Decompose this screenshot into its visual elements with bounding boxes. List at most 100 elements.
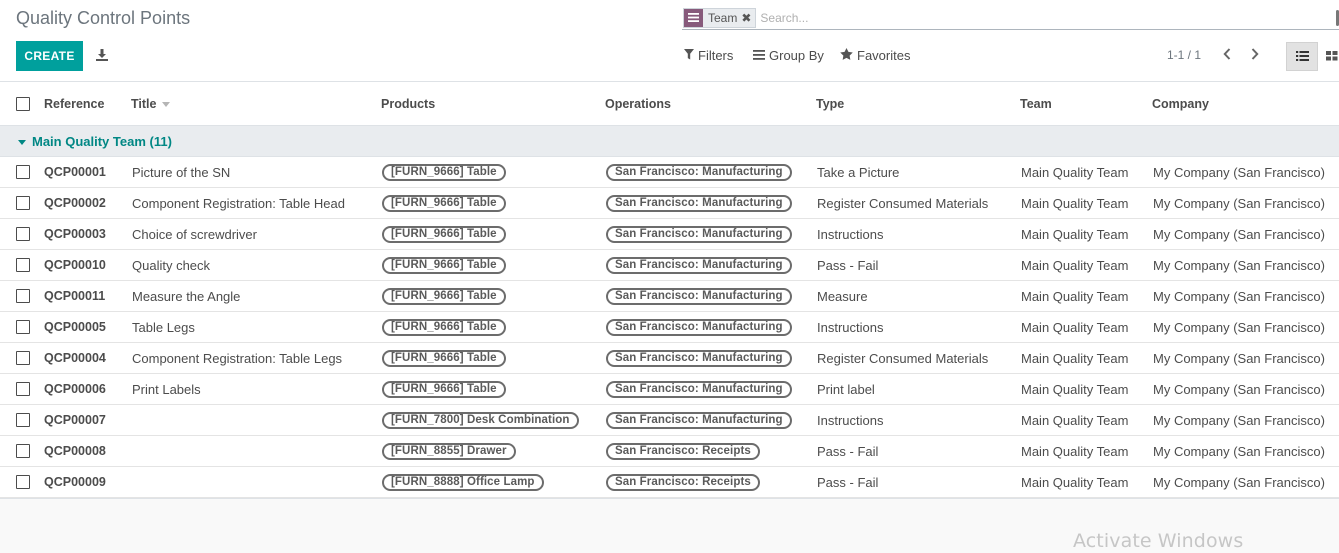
table-row[interactable]: QCP00009 [FURN_8888] Office Lamp San Franc…	[0, 467, 1339, 498]
table-row[interactable]: QCP00005 Table Legs [FURN_9666] Table San F…	[0, 312, 1339, 343]
caret-down-icon	[18, 134, 26, 149]
row-checkbox[interactable]	[16, 444, 30, 458]
cell-operation: San Francisco: Manufacturing	[606, 188, 792, 218]
chevron-right-icon	[1251, 47, 1259, 63]
operation-tag: San Francisco: Manufacturing	[606, 163, 792, 181]
table-row[interactable]: QCP00011 Measure the Angle [FURN_9666] Tab…	[0, 281, 1339, 312]
row-select-cell[interactable]	[16, 281, 30, 311]
column-header-type[interactable]: Type	[816, 82, 844, 125]
cell-title: Print Labels	[132, 381, 201, 397]
cell-title: Measure the Angle	[132, 288, 241, 304]
search-facet[interactable]: Team ✖	[683, 7, 757, 28]
cell-title: Choice of screwdriver	[132, 226, 257, 242]
table-row[interactable]: QCP00006 Print Labels [FURN_9666] Table San…	[0, 374, 1339, 405]
row-checkbox[interactable]	[16, 413, 30, 427]
column-header-team[interactable]: Team	[1020, 82, 1052, 125]
cell-reference: QCP00001	[44, 165, 106, 179]
cell-operation: San Francisco: Manufacturing	[606, 250, 792, 280]
search-input[interactable]	[760, 10, 1281, 25]
cell-operation: San Francisco: Receipts	[606, 467, 760, 497]
table-header: Reference Title Products Operations Type…	[0, 82, 1339, 126]
cell-company: My Company (San Francisco)	[1153, 319, 1325, 335]
cell-reference: QCP00006	[44, 382, 106, 396]
table-row[interactable]: QCP00010 Quality check [FURN_9666] Table Sa…	[0, 250, 1339, 281]
cell-reference: QCP00003	[44, 227, 106, 241]
group-row[interactable]: Main Quality Team (11)	[0, 126, 1339, 157]
row-select-cell[interactable]	[16, 312, 30, 342]
group-header[interactable]: Main Quality Team (11)	[18, 126, 172, 156]
row-checkbox[interactable]	[16, 258, 30, 272]
search-facet-label: Team	[708, 10, 738, 25]
facet-remove-icon[interactable]: ✖	[741, 9, 755, 27]
cell-team: Main Quality Team	[1021, 443, 1129, 459]
create-button[interactable]: CREATE	[16, 41, 83, 71]
activate-windows-watermark: Activate Windows	[1073, 530, 1244, 552]
page-title: Quality Control Points	[16, 8, 191, 28]
cell-team: Main Quality Team	[1021, 195, 1129, 211]
row-select-cell[interactable]	[16, 343, 30, 373]
row-select-cell[interactable]	[16, 157, 30, 187]
row-select-cell[interactable]	[16, 250, 30, 280]
download-button[interactable]	[94, 47, 110, 65]
cell-type: Pass - Fail	[817, 257, 879, 273]
cell-reference: QCP00004	[44, 351, 106, 365]
row-select-cell[interactable]	[16, 436, 30, 466]
control-panel: Quality Control Points CREATE Team ✖ Sea…	[0, 0, 1339, 82]
pager-previous-button[interactable]	[1220, 46, 1234, 64]
row-select-cell[interactable]	[16, 188, 30, 218]
row-checkbox[interactable]	[16, 289, 30, 303]
column-header-products[interactable]: Products	[381, 82, 435, 125]
row-select-cell[interactable]	[16, 219, 30, 249]
select-all-cell[interactable]	[16, 82, 30, 125]
row-checkbox[interactable]	[16, 227, 30, 241]
group-by-button[interactable]: Group By	[753, 48, 824, 63]
row-checkbox[interactable]	[16, 351, 30, 365]
cell-product: [FURN_9666] Table	[382, 250, 506, 280]
table-row[interactable]: QCP00002 Component Registration: Table He…	[0, 188, 1339, 219]
cell-team: Main Quality Team	[1021, 412, 1129, 428]
pager-next-button[interactable]	[1248, 46, 1262, 64]
cell-product: [FURN_9666] Table	[382, 219, 506, 249]
product-tag: [FURN_9666] Table	[382, 225, 506, 243]
cell-type: Measure	[817, 288, 868, 304]
table-row[interactable]: QCP00008 [FURN_8855] Drawer San Francisco:…	[0, 436, 1339, 467]
row-select-cell[interactable]	[16, 467, 30, 497]
product-tag: [FURN_8855] Drawer	[382, 442, 516, 460]
filters-button[interactable]: Filters	[684, 48, 733, 63]
download-icon	[96, 48, 108, 64]
row-checkbox[interactable]	[16, 382, 30, 396]
row-select-cell[interactable]	[16, 374, 30, 404]
pager-value[interactable]: 1-1 / 1	[1167, 48, 1201, 62]
row-checkbox[interactable]	[16, 475, 30, 489]
table-row[interactable]: QCP00004 Component Registration: Table Le…	[0, 343, 1339, 374]
table-row[interactable]: QCP00007 [FURN_7800] Desk Combination San …	[0, 405, 1339, 436]
favorites-button[interactable]: Favorites	[840, 48, 910, 63]
table-row[interactable]: QCP00003 Choice of screwdriver [FURN_9666]…	[0, 219, 1339, 250]
chevron-left-icon	[1223, 47, 1231, 63]
column-header-title-label: Title	[131, 96, 157, 111]
star-icon	[840, 48, 853, 63]
row-select-cell[interactable]	[16, 405, 30, 435]
cell-operation: San Francisco: Manufacturing	[606, 405, 792, 435]
filter-icon	[684, 48, 694, 63]
row-checkbox[interactable]	[16, 320, 30, 334]
table-row[interactable]: QCP00001 Picture of the SN [FURN_9666] Tab…	[0, 157, 1339, 188]
list-view-button[interactable]	[1286, 42, 1318, 71]
operation-tag: San Francisco: Manufacturing	[606, 287, 792, 305]
operation-tag: San Francisco: Manufacturing	[606, 380, 792, 398]
column-header-reference[interactable]: Reference	[44, 82, 104, 125]
column-header-company[interactable]: Company	[1152, 82, 1209, 125]
column-header-title[interactable]: Title	[131, 82, 171, 125]
cell-team: Main Quality Team	[1021, 381, 1129, 397]
row-checkbox[interactable]	[16, 196, 30, 210]
column-header-operations[interactable]: Operations	[605, 82, 671, 125]
cell-product: [FURN_9666] Table	[382, 374, 506, 404]
select-all-checkbox[interactable]	[16, 96, 30, 111]
row-checkbox[interactable]	[16, 165, 30, 179]
search-bar[interactable]: Team ✖	[682, 6, 1339, 30]
cell-operation: San Francisco: Manufacturing	[606, 312, 792, 342]
kanban-view-button[interactable]	[1318, 42, 1339, 71]
cell-type: Instructions	[817, 226, 884, 242]
cell-type: Instructions	[817, 319, 884, 335]
cell-type: Print label	[817, 381, 875, 397]
